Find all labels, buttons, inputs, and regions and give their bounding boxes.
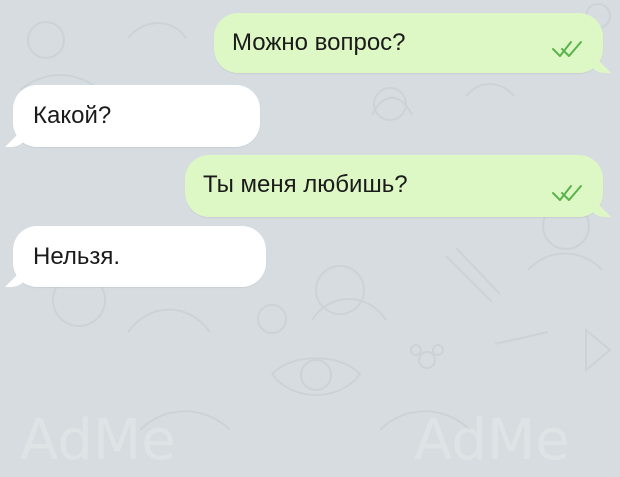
message-bubble-incoming[interactable]: Нельзя. bbox=[13, 226, 266, 287]
message-bubble-incoming[interactable]: Какой? bbox=[13, 85, 260, 147]
message-text: Какой? bbox=[33, 102, 112, 129]
message-text: Ты меня любишь? bbox=[203, 171, 408, 198]
message-text: Нельзя. bbox=[33, 243, 121, 270]
double-check-icon bbox=[552, 41, 582, 57]
message-text: Можно вопрос? bbox=[232, 29, 406, 56]
double-check-icon bbox=[552, 185, 582, 201]
message-bubble-outgoing[interactable]: Можно вопрос? bbox=[214, 13, 603, 73]
chat-view: AdMe AdMe Можно вопрос? Какой? Ты меня л… bbox=[0, 0, 620, 477]
message-bubble-outgoing[interactable]: Ты меня любишь? bbox=[185, 155, 603, 217]
